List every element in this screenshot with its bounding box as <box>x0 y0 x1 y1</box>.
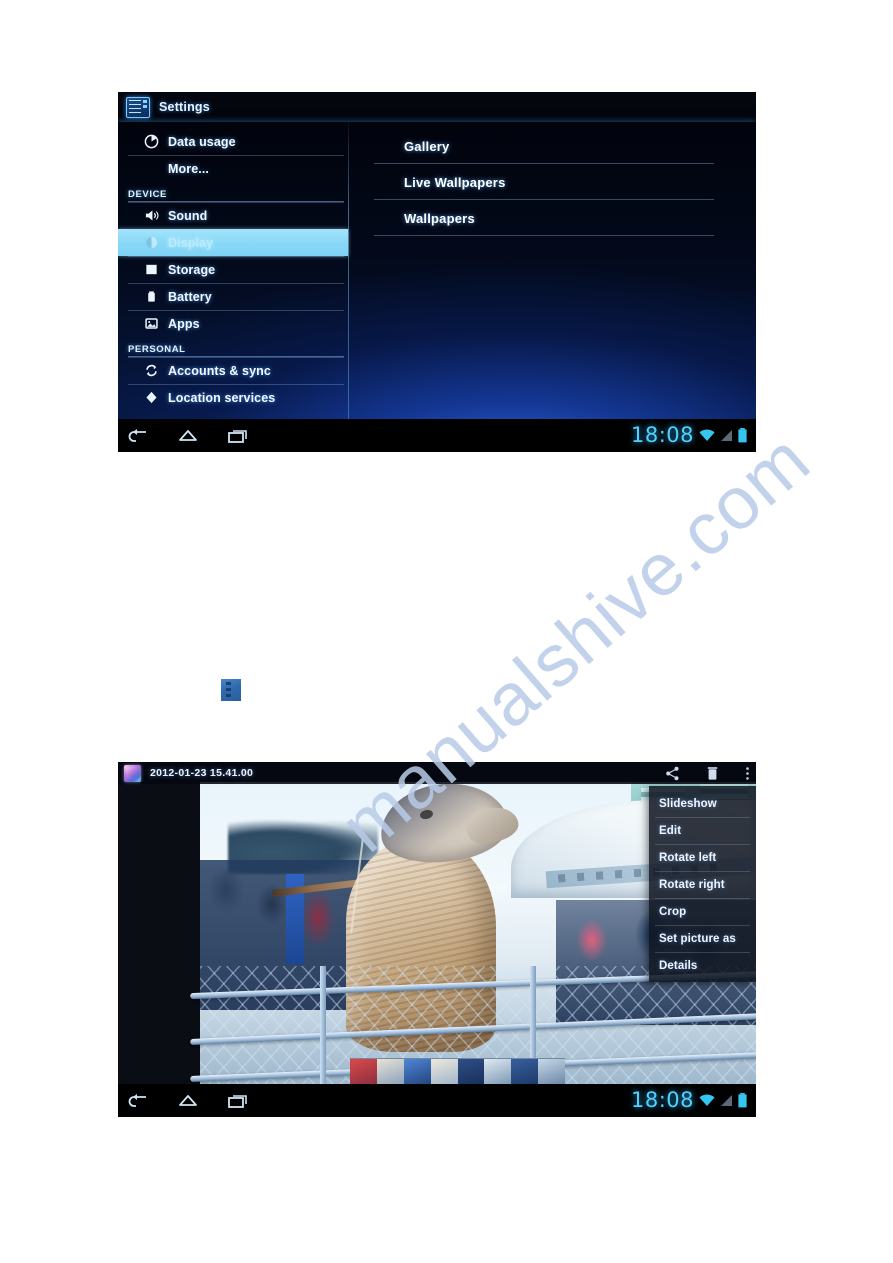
sidebar-item-label: Battery <box>168 289 212 304</box>
recent-apps-icon[interactable] <box>226 1091 250 1111</box>
sound-icon <box>144 208 159 223</box>
sidebar-item-more[interactable]: More... <box>118 155 348 182</box>
wallpaper-source-label: Live Wallpapers <box>404 174 506 190</box>
data-usage-icon <box>144 134 159 149</box>
status-area: 18:08 <box>631 1084 748 1117</box>
sidebar-item-accounts-sync[interactable]: Accounts & sync <box>118 357 348 384</box>
settings-screenshot: Settings Data usage More... DEVICE Sound <box>118 92 756 452</box>
battery-status-icon <box>737 427 748 445</box>
android-navbar: 18:08 <box>118 1084 756 1117</box>
wifi-icon <box>697 1092 717 1109</box>
status-area: 18:08 <box>631 419 748 452</box>
navbar-buttons <box>118 426 250 446</box>
filmstrip-thumb[interactable] <box>430 1059 458 1084</box>
filmstrip-thumb[interactable] <box>350 1059 377 1084</box>
sidebar-item-data-usage[interactable]: Data usage <box>118 128 348 155</box>
wallpaper-source-label: Gallery <box>404 138 450 154</box>
recent-apps-icon[interactable] <box>226 426 250 446</box>
signal-icon <box>720 427 734 444</box>
settings-body: Data usage More... DEVICE Sound Display <box>118 122 756 419</box>
menu-item-edit[interactable]: Edit <box>649 817 756 844</box>
sync-icon <box>144 363 159 378</box>
battery-icon <box>144 289 159 304</box>
sidebar-item-label: Accounts & sync <box>168 363 271 378</box>
wallpaper-source-live-wallpapers[interactable]: Live Wallpapers <box>348 164 756 200</box>
menu-item-details[interactable]: Details <box>649 952 756 979</box>
wallpaper-source-wallpapers[interactable]: Wallpapers <box>348 200 756 236</box>
filmstrip-thumb[interactable] <box>538 1059 565 1084</box>
sidebar-item-label: Storage <box>168 262 216 277</box>
photo-fence-post <box>320 966 326 1084</box>
photo-title: 2012-01-23 15.41.00 <box>150 767 254 779</box>
gallery-icon <box>124 764 141 782</box>
menu-item-rotate-left[interactable]: Rotate left <box>649 844 756 871</box>
filmstrip-thumb[interactable] <box>484 1059 512 1084</box>
sidebar-item-battery[interactable]: Battery <box>118 283 348 310</box>
menu-item-rotate-right[interactable]: Rotate right <box>649 871 756 898</box>
settings-left-panel: Data usage More... DEVICE Sound Display <box>118 122 348 419</box>
navbar-buttons <box>118 1091 250 1111</box>
storage-icon <box>144 262 159 277</box>
sidebar-section-device: DEVICE <box>118 182 348 202</box>
home-icon[interactable] <box>176 426 200 446</box>
share-icon[interactable] <box>665 766 680 781</box>
android-navbar: 18:08 <box>118 419 756 452</box>
sidebar-item-label: Data usage <box>168 134 236 149</box>
filmstrip-thumb[interactable] <box>511 1059 539 1084</box>
sidebar-item-label: Apps <box>168 316 200 331</box>
back-icon[interactable] <box>126 1091 150 1111</box>
settings-icon <box>126 96 150 118</box>
sidebar-item-label: More... <box>168 161 209 176</box>
wallpaper-source-label: Wallpapers <box>404 210 475 226</box>
wifi-icon <box>697 427 717 444</box>
filmstrip-thumb[interactable] <box>403 1059 431 1084</box>
overflow-menu-icon[interactable] <box>745 766 750 781</box>
status-clock: 18:08 <box>630 423 694 447</box>
menu-item-slideshow[interactable]: Slideshow <box>649 790 756 817</box>
display-icon <box>144 235 159 250</box>
photo-filmstrip[interactable] <box>350 1058 565 1084</box>
battery-status-icon <box>737 1092 748 1110</box>
settings-right-panel: Gallery Live Wallpapers Wallpapers <box>348 122 756 419</box>
filmstrip-thumb[interactable] <box>376 1059 404 1084</box>
sidebar-item-sound[interactable]: Sound <box>118 202 348 229</box>
panel-divider <box>348 122 349 419</box>
sidebar-item-location-services[interactable]: Location services <box>118 384 348 411</box>
sidebar-section-personal: PERSONAL <box>118 337 348 357</box>
wallpaper-source-gallery[interactable]: Gallery <box>348 128 756 164</box>
status-clock: 18:08 <box>630 1088 694 1112</box>
menu-item-set-picture-as[interactable]: Set picture as <box>649 925 756 952</box>
gallery-screenshot: 2012-01-23 15.41.00 Slideshow Edit Rotat… <box>118 762 756 1117</box>
menu-overflow-icon[interactable] <box>221 679 241 701</box>
delete-icon[interactable] <box>706 766 719 781</box>
settings-titlebar: Settings <box>118 92 756 124</box>
home-icon[interactable] <box>176 1091 200 1111</box>
signal-icon <box>720 1092 734 1109</box>
sidebar-item-label: Display <box>168 235 214 250</box>
back-icon[interactable] <box>126 426 150 446</box>
sidebar-item-display[interactable]: Display <box>118 229 348 256</box>
apps-icon <box>144 316 159 331</box>
sidebar-item-label: Location services <box>168 390 276 405</box>
gallery-viewer: 2012-01-23 15.41.00 Slideshow Edit Rotat… <box>118 762 756 1084</box>
settings-title: Settings <box>159 100 210 114</box>
gallery-actions <box>665 762 750 784</box>
sidebar-item-apps[interactable]: Apps <box>118 310 348 337</box>
location-icon <box>144 390 159 405</box>
sidebar-item-storage[interactable]: Storage <box>118 256 348 283</box>
sidebar-item-label: Sound <box>168 208 208 223</box>
filmstrip-thumb[interactable] <box>457 1059 485 1084</box>
gallery-topbar: 2012-01-23 15.41.00 <box>118 762 756 784</box>
gallery-overflow-menu: Slideshow Edit Rotate left Rotate right … <box>649 786 756 982</box>
menu-item-crop[interactable]: Crop <box>649 898 756 925</box>
